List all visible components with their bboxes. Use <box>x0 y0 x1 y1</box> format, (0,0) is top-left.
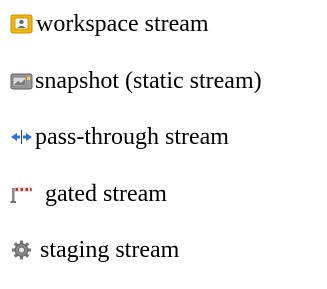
legend-item-gated-stream: gated stream <box>0 177 167 211</box>
legend-item-label: snapshot (static stream) <box>35 68 262 94</box>
legend-item-label: staging stream <box>40 237 180 263</box>
legend-item-snapshot-stream: snapshot (static stream) <box>0 64 262 98</box>
legend-item-workspace-stream: workspace stream <box>0 7 209 41</box>
legend-item-label: workspace stream <box>36 11 209 37</box>
snapshot-stream-icon <box>10 71 33 91</box>
pass-through-stream-icon <box>10 127 33 147</box>
staging-stream-icon <box>10 240 33 260</box>
legend-item-label: pass-through stream <box>35 124 229 150</box>
legend-item-label: gated stream <box>45 181 167 207</box>
workspace-stream-icon <box>10 14 33 34</box>
legend-item-pass-through-stream: pass-through stream <box>0 120 229 154</box>
stream-type-legend: workspace stream snapshot (static stream… <box>0 0 327 289</box>
legend-item-staging-stream: staging stream <box>0 233 179 267</box>
gated-stream-icon <box>10 184 33 204</box>
